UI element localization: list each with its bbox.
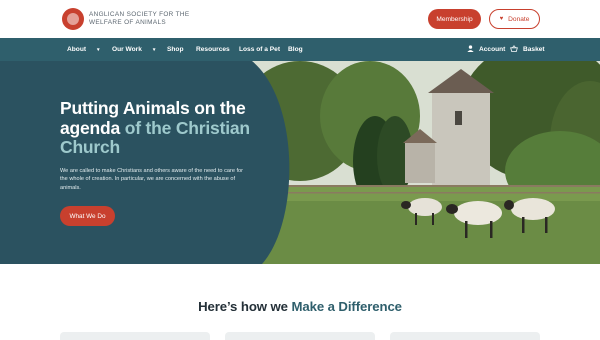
account-link[interactable]: Account [467,38,505,61]
feature-card[interactable] [390,332,540,340]
section-title-accent: Make a Difference [291,299,402,314]
nav-item-shop[interactable]: Shop [167,38,183,61]
hero-body: We are called to make Christians and oth… [60,168,244,191]
nav-item-label: About [67,46,87,53]
nav-item-loss-of-a-pet[interactable]: Loss of a Pet [239,38,280,61]
chevron-down-icon: ▾ [152,46,156,53]
chevron-down-icon: ▾ [97,46,100,53]
basket-label: Basket [523,46,545,53]
membership-button[interactable]: Membership [428,9,481,29]
donate-button[interactable]: ♥ Donate [489,9,540,29]
account-label: Account [479,46,506,53]
hero-text-panel [0,61,290,264]
donate-label: Donate [508,15,530,23]
nav-item-resources[interactable]: Resources [196,38,230,61]
section-title-prefix: Here’s how we [198,299,288,314]
logo-text[interactable]: Anglican Society for the Welfare of Anim… [89,11,209,27]
what-we-do-button[interactable]: What We Do [60,206,115,226]
basket-link[interactable]: Basket [510,38,545,61]
nav-item-blog[interactable]: Blog [288,38,303,61]
nav-item-our-work[interactable]: Our Work ▾ [112,38,155,61]
user-icon [467,45,474,54]
hero: Putting Animals on the agenda of the Chr… [0,61,600,264]
feature-card[interactable] [60,332,210,340]
main-nav: About ▾ Our Work ▾ Shop Resources Loss o… [0,38,600,61]
site-header: Anglican Society for the Welfare of Anim… [0,0,600,38]
logo-icon[interactable] [62,8,84,30]
hero-title: Putting Animals on the agenda of the Chr… [60,98,265,158]
heart-icon: ♥ [499,16,504,22]
feature-card[interactable] [225,332,375,340]
section-title: Here’s how we Make a Difference [0,299,600,314]
nav-item-about[interactable]: About ▾ [67,38,100,61]
nav-item-label: Our Work [112,46,142,53]
basket-icon [510,45,518,54]
